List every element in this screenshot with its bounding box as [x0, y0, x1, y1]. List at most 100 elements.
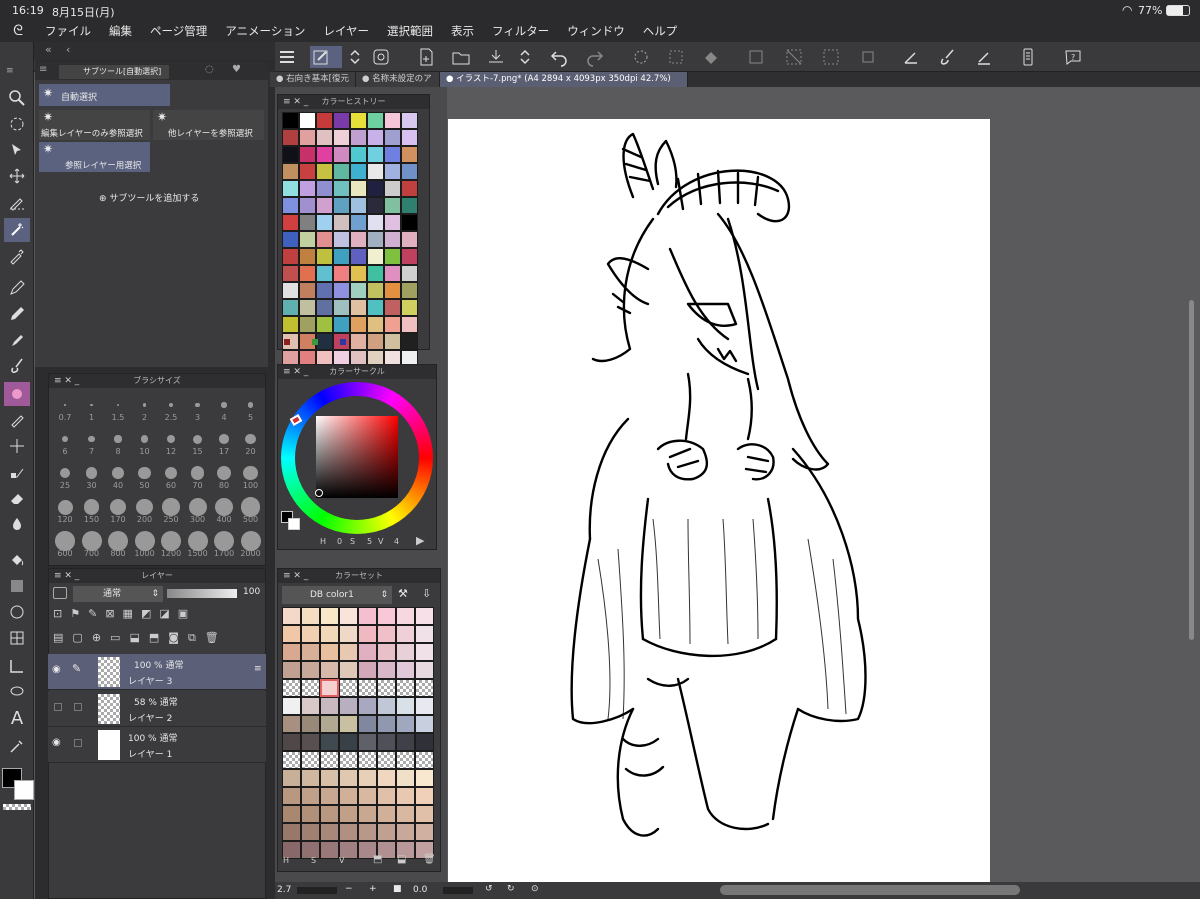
brush-size-option[interactable]: 120 [52, 493, 78, 525]
color-history-swatch[interactable] [316, 129, 333, 146]
color-set-swatch[interactable] [339, 661, 358, 679]
brush-size-option[interactable]: 200 [132, 493, 158, 525]
tab-document-active[interactable]: ● イラスト-7.png* (A4 2894 x 4093px 350dpi 4… [440, 72, 688, 87]
transform-icon[interactable] [665, 46, 687, 68]
color-set-swatch[interactable] [320, 607, 339, 625]
menu-selection[interactable]: 選択範囲 [378, 23, 442, 39]
panel-menu-icon[interactable]: ≡ [39, 64, 47, 75]
color-set-swatch[interactable] [415, 607, 434, 625]
brush-size-option[interactable]: 1000 [132, 527, 158, 559]
color-set-swatch[interactable] [301, 751, 320, 769]
color-set-swatch[interactable] [358, 787, 377, 805]
brush-size-option[interactable]: 25 [52, 459, 78, 491]
color-set-swatch[interactable] [282, 697, 301, 715]
brush-size-option[interactable]: 1700 [211, 527, 237, 559]
color-history-swatch[interactable] [333, 231, 350, 248]
color-history-swatch[interactable] [316, 146, 333, 163]
reset-rotation-icon[interactable]: ⊙ [531, 884, 539, 894]
save-icon[interactable] [485, 46, 507, 68]
color-history-swatch[interactable] [350, 299, 367, 316]
brush-size-option[interactable]: 70 [185, 459, 211, 491]
color-history-swatch[interactable] [333, 129, 350, 146]
subtool-edit-layer-only[interactable]: ✷ 編集レイヤーのみ参照選択 [39, 110, 150, 140]
pen-tool-icon[interactable] [4, 276, 30, 300]
color-history-swatch[interactable] [401, 163, 418, 180]
gallery-icon[interactable] [370, 46, 392, 68]
color-set-swatch[interactable] [339, 625, 358, 643]
brush-size-option[interactable]: 1500 [185, 527, 211, 559]
chevron-left-icon[interactable]: ‹ [66, 43, 70, 56]
zoom-in-icon[interactable]: + [369, 884, 377, 894]
brush-size-option[interactable]: 1.5 [105, 391, 131, 423]
color-set-swatch[interactable] [358, 625, 377, 643]
color-set-swatch[interactable] [320, 679, 339, 697]
color-history-swatch[interactable] [316, 197, 333, 214]
color-set-swatch[interactable] [320, 625, 339, 643]
color-history-swatch[interactable] [282, 316, 299, 333]
color-set-swatch[interactable] [358, 697, 377, 715]
color-history-swatch[interactable] [282, 299, 299, 316]
color-history-swatch[interactable] [333, 163, 350, 180]
color-set-select[interactable]: DB color1 ⇕ [282, 586, 392, 604]
color-history-swatch[interactable] [316, 316, 333, 333]
color-history-swatch[interactable] [384, 231, 401, 248]
brush-size-option[interactable]: 30 [79, 459, 105, 491]
color-history-swatch[interactable] [367, 163, 384, 180]
opacity-value[interactable]: 100 [243, 587, 260, 597]
color-history-swatch[interactable] [401, 214, 418, 231]
color-set-swatch[interactable] [396, 679, 415, 697]
color-history-swatch[interactable] [384, 112, 401, 129]
color-history-swatch[interactable] [401, 129, 418, 146]
airbrush-tool-icon[interactable] [4, 408, 30, 432]
import-icon[interactable]: ⇩ [422, 587, 431, 600]
delete-color-icon[interactable]: 🗑 [423, 854, 436, 865]
color-history-swatch[interactable] [350, 231, 367, 248]
fill-drop-tool-icon[interactable] [4, 512, 30, 536]
brush-size-option[interactable]: 700 [79, 527, 105, 559]
new-vector-layer-icon[interactable]: ▢ [72, 631, 91, 644]
color-set-swatch[interactable] [377, 769, 396, 787]
add-subtool-button[interactable]: ⊕ サブツールを追加する [99, 191, 199, 204]
collapse-dock-icon[interactable]: « [45, 43, 52, 56]
color-history-swatch[interactable] [299, 214, 316, 231]
zoom-slider[interactable] [297, 887, 337, 894]
color-set-swatch[interactable] [415, 643, 434, 661]
color-history-swatch[interactable] [316, 163, 333, 180]
redo-icon[interactable] [584, 46, 606, 68]
color-set-swatch[interactable] [301, 607, 320, 625]
color-history-swatch[interactable] [401, 333, 418, 350]
color-set-swatch[interactable] [320, 805, 339, 823]
fit-icon[interactable]: ■ [393, 884, 402, 894]
zoom-out-icon[interactable]: − [345, 884, 353, 894]
color-history-swatch[interactable] [401, 265, 418, 282]
color-set-swatch[interactable] [415, 769, 434, 787]
rotation-value[interactable]: 0.0 [413, 885, 427, 895]
color-set-swatch[interactable] [396, 697, 415, 715]
layer-mask-icon[interactable]: ◙ [168, 631, 188, 644]
color-set-swatch[interactable] [339, 823, 358, 841]
color-set-swatch[interactable] [282, 769, 301, 787]
blend-mode-select[interactable]: 通常 ⇕ [73, 586, 163, 602]
color-history-swatch[interactable] [316, 231, 333, 248]
color-history-swatch[interactable] [367, 316, 384, 333]
color-set-swatch[interactable] [320, 661, 339, 679]
brush-size-option[interactable]: 15 [185, 425, 211, 457]
lock-box[interactable] [74, 703, 82, 711]
reference-icon[interactable]: ⚑ [70, 607, 88, 620]
color-history-swatch[interactable] [401, 282, 418, 299]
color-set-swatch[interactable] [377, 805, 396, 823]
rotate-tool-icon[interactable] [4, 112, 30, 136]
color-set-swatch[interactable] [358, 805, 377, 823]
brush-size-option[interactable]: 7 [79, 425, 105, 457]
color-set-swatch[interactable] [415, 625, 434, 643]
color-history-swatch[interactable] [282, 282, 299, 299]
menu-filter[interactable]: フィルター [483, 23, 558, 39]
color-history-swatch[interactable] [384, 316, 401, 333]
color-history-swatch[interactable] [350, 282, 367, 299]
saturation-value-square[interactable] [316, 416, 398, 498]
color-history-swatch[interactable] [350, 214, 367, 231]
color-history-swatch[interactable] [299, 180, 316, 197]
delete-layer-icon[interactable]: 🗑 [205, 631, 228, 644]
zoom-value[interactable]: 2.7 [277, 885, 291, 895]
color-set-swatch[interactable] [320, 823, 339, 841]
